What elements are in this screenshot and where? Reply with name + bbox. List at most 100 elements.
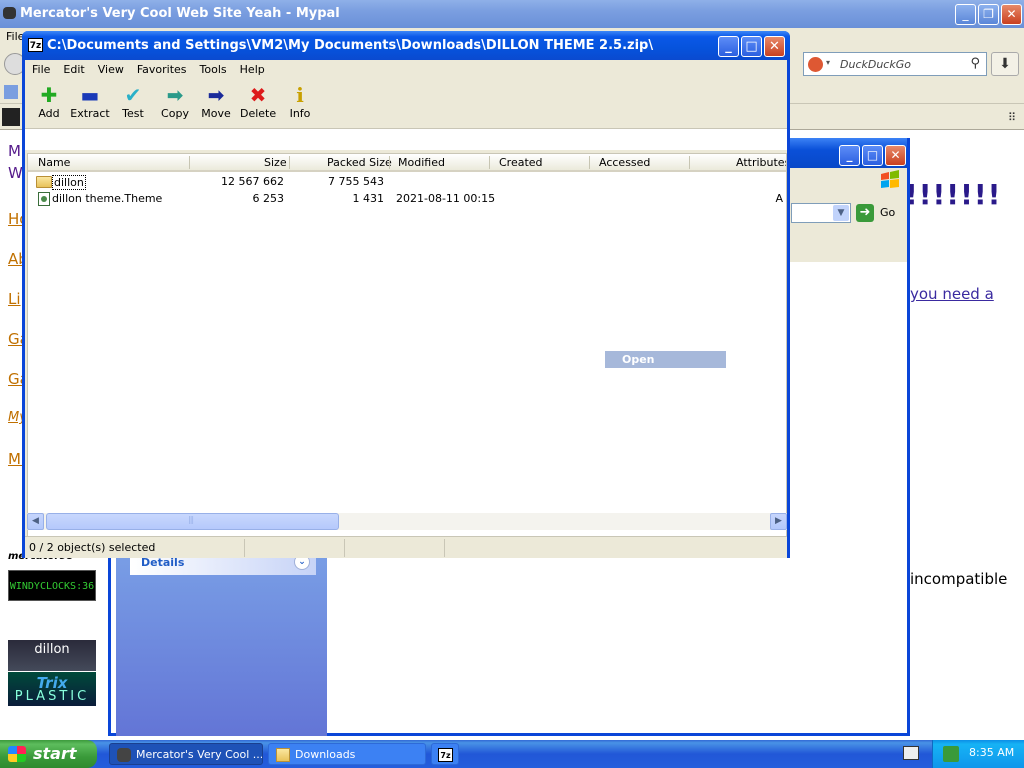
test-label: Test <box>122 107 144 120</box>
sevenzip-title: C:\Documents and Settings\VM2\My Documen… <box>47 38 654 53</box>
column-separator[interactable] <box>189 156 190 169</box>
column-accessed[interactable]: Accessed <box>599 156 650 170</box>
address-combo[interactable]: ▼ <box>791 203 851 223</box>
duckduckgo-icon <box>808 57 823 72</box>
windyclocks-88x31-button[interactable]: WINDYCLOCKS:36 <box>8 570 96 601</box>
network-icon[interactable] <box>943 746 959 762</box>
page-exclamation: !!!!!!! <box>905 178 1002 211</box>
row-modified: 2021-08-11 00:15 <box>396 192 496 205</box>
go-button[interactable]: ➜ Go <box>856 202 895 224</box>
extract-button[interactable]: ▬ Extract <box>70 83 110 120</box>
sevenzip-menubar: File Edit View Favorites Tools Help <box>25 60 787 79</box>
browser-titlebar[interactable]: Mercator's Very Cool Web Site Yeah - Myp… <box>0 0 1024 28</box>
delete-button[interactable]: ✖ Delete <box>240 83 276 120</box>
column-modified[interactable]: Modified <box>398 156 445 170</box>
browser-minimize-button[interactable]: _ <box>955 4 976 25</box>
go-label: Go <box>880 206 896 219</box>
minus-icon: ▬ <box>80 83 100 107</box>
page-link-you-need[interactable]: you need a <box>910 285 994 303</box>
column-separator[interactable] <box>289 156 290 169</box>
test-button[interactable]: ✔ Test <box>119 83 147 120</box>
column-size[interactable]: Size <box>264 156 287 170</box>
scroll-right-icon[interactable]: ▶ <box>770 513 787 530</box>
sevenzip-titlebar[interactable]: 7z C:\Documents and Settings\VM2\My Docu… <box>22 31 790 60</box>
start-button[interactable]: start <box>0 740 97 768</box>
x-icon: ✖ <box>249 83 267 107</box>
browser-restore-button[interactable]: ❐ <box>978 4 999 25</box>
row-packed-size: 7 755 543 <box>328 175 384 188</box>
trix-plastic-88x31-button[interactable]: Trix PLASTIC <box>8 672 96 706</box>
trix-label: Trix <box>36 674 68 692</box>
chevron-down-icon[interactable]: ▾ <box>826 58 830 67</box>
open-drag-hint: Open <box>605 351 726 368</box>
column-created[interactable]: Created <box>499 156 543 170</box>
copy-label: Copy <box>161 107 189 120</box>
menu-edit[interactable]: Edit <box>56 60 90 76</box>
info-button[interactable]: i Info <box>288 83 312 120</box>
move-button[interactable]: ➡ Move <box>200 83 232 120</box>
chevron-down-icon[interactable]: ▼ <box>833 205 849 221</box>
sevenzip-app-icon: 7z <box>28 38 43 52</box>
search-icon[interactable]: ⚲ <box>970 56 980 71</box>
extract-label: Extract <box>70 107 110 120</box>
nav-link-links[interactable]: Li <box>8 290 21 308</box>
status-segment <box>245 539 345 557</box>
add-button[interactable]: ✚ Add <box>37 83 61 120</box>
bookmark-icon[interactable] <box>4 85 18 99</box>
table-row[interactable]: dillon 12 567 662 7 755 543 <box>28 174 786 191</box>
horizontal-scrollbar[interactable]: ◀ ▶ <box>27 513 787 530</box>
theme-file-icon <box>38 192 50 206</box>
column-name[interactable]: Name <box>38 156 70 170</box>
file-list-header: Name Size Packed Size Modified Created A… <box>28 154 786 172</box>
tab-list-icon[interactable]: ⠿ <box>1008 111 1016 124</box>
sevenzip-window: 7z C:\Documents and Settings\VM2\My Docu… <box>22 31 790 558</box>
arrow-right-blue-icon: ➡ <box>207 83 225 107</box>
downloads-maximize-button[interactable]: □ <box>862 145 883 166</box>
column-separator[interactable] <box>389 156 390 169</box>
menu-favorites[interactable]: Favorites <box>130 60 193 76</box>
row-size: 12 567 662 <box>221 175 284 188</box>
column-separator[interactable] <box>689 156 690 169</box>
row-size: 6 253 <box>252 192 285 205</box>
taskbar-item-7zip[interactable]: 7z <box>431 743 459 765</box>
browser-close-button[interactable]: ✕ <box>1001 4 1022 25</box>
windows-logo-icon <box>881 170 899 188</box>
file-list[interactable]: Name Size Packed Size Modified Created A… <box>27 153 787 546</box>
taskbar: start Mercator's Very Cool ... Downloads… <box>0 740 1024 768</box>
dillon-88x31-button[interactable]: dillon <box>8 640 96 671</box>
taskbar-item-mypal[interactable]: Mercator's Very Cool ... <box>109 743 263 765</box>
path-bar[interactable] <box>25 128 787 150</box>
search-box[interactable]: ▾ DuckDuckGo ⚲ <box>803 52 987 76</box>
menu-view[interactable]: View <box>91 60 130 76</box>
taskbar-item-label: Mercator's Very Cool ... <box>136 748 263 761</box>
table-row[interactable]: dillon theme.Theme 6 253 1 431 2021-08-1… <box>28 191 786 208</box>
menu-file[interactable]: File <box>25 60 56 76</box>
download-button[interactable]: ⬇ <box>991 52 1019 76</box>
tab-favicon[interactable] <box>2 108 20 126</box>
sevenzip-minimize-button[interactable]: _ <box>718 36 739 57</box>
check-icon: ✔ <box>124 83 142 107</box>
column-attributes[interactable]: Attributes <box>736 156 786 170</box>
downloads-minimize-button[interactable]: _ <box>839 145 860 166</box>
taskbar-item-downloads[interactable]: Downloads <box>268 743 426 765</box>
downloads-close-button[interactable]: ✕ <box>885 145 906 166</box>
arrow-right-teal-icon: ➡ <box>166 83 184 107</box>
keyboard-icon[interactable] <box>903 746 919 760</box>
status-bar: 0 / 2 object(s) selected <box>25 536 787 558</box>
column-packed-size[interactable]: Packed Size <box>327 156 392 170</box>
clock[interactable]: 8:35 AM <box>969 746 1014 759</box>
go-arrow-icon: ➜ <box>856 204 874 222</box>
sevenzip-maximize-button[interactable]: □ <box>741 36 762 57</box>
sevenzip-toolbar: ✚ Add ▬ Extract ✔ Test ➡ Copy ➡ Move ✖ D… <box>25 81 787 125</box>
scroll-left-icon[interactable]: ◀ <box>27 513 44 530</box>
column-separator[interactable] <box>489 156 490 169</box>
menu-help[interactable]: Help <box>233 60 271 76</box>
copy-button[interactable]: ➡ Copy <box>160 83 190 120</box>
menu-tools[interactable]: Tools <box>193 60 233 76</box>
mypal-icon <box>117 748 131 762</box>
column-separator[interactable] <box>589 156 590 169</box>
scrollbar-thumb[interactable] <box>46 513 339 530</box>
sevenzip-close-button[interactable]: ✕ <box>764 36 785 57</box>
folder-icon <box>36 176 52 188</box>
row-packed-size: 1 431 <box>352 192 385 205</box>
